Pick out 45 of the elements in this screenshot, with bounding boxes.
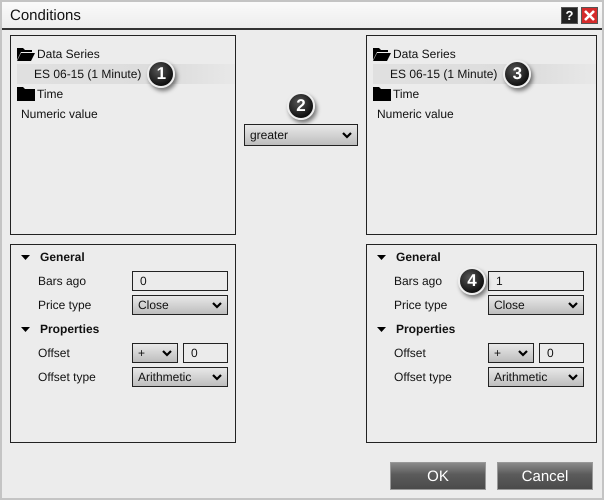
property-label: Offset type: [38, 370, 96, 384]
property-label: Price type: [394, 298, 448, 312]
help-button[interactable]: ?: [561, 6, 578, 24]
chevron-icon: [212, 302, 222, 308]
group-label: Properties: [40, 322, 100, 336]
dropdown[interactable]: Arithmetic: [488, 367, 584, 387]
cancel-button[interactable]: Cancel: [497, 462, 593, 490]
property-label: Bars ago: [38, 274, 86, 288]
property-label: Offset: [38, 346, 70, 360]
text-field[interactable]: 0: [539, 343, 584, 363]
dropdown[interactable]: Close: [132, 295, 228, 315]
ok-button[interactable]: OK: [390, 462, 486, 490]
operator-dropdown[interactable]: greater: [244, 124, 358, 146]
callout-badge: 1: [147, 60, 176, 88]
group-label: Properties: [396, 322, 456, 336]
chevron-icon: [212, 374, 222, 380]
chevron-icon: [518, 350, 528, 356]
close-button[interactable]: [581, 6, 598, 24]
chevron-icon: [568, 374, 578, 380]
property-label: Price type: [38, 298, 92, 312]
dropdown[interactable]: +: [132, 343, 178, 363]
window-title: Conditions: [10, 6, 82, 24]
chevron-icon: [568, 302, 578, 308]
text-field[interactable]: 0: [132, 271, 228, 291]
dropdown[interactable]: Arithmetic: [132, 367, 228, 387]
callout-badge: 4: [458, 267, 486, 295]
dropdown[interactable]: Close: [488, 295, 584, 315]
chevron-icon: [162, 350, 172, 356]
callout-badge: 3: [503, 60, 532, 88]
dropdown[interactable]: +: [488, 343, 534, 363]
chevron-icon: [342, 132, 352, 138]
tree-item[interactable]: Numeric value: [373, 104, 596, 124]
callout-badge: 2: [287, 92, 315, 120]
text-field[interactable]: 1: [488, 271, 584, 291]
group-label: General: [396, 250, 441, 264]
group-label: General: [40, 250, 85, 264]
property-label: Offset: [394, 346, 426, 360]
expanded-arrow-icon[interactable]: [377, 324, 386, 334]
tree-item[interactable]: Numeric value: [17, 104, 235, 124]
expanded-arrow-icon[interactable]: [21, 252, 30, 262]
property-label: Bars ago: [394, 274, 442, 288]
text-field[interactable]: 0: [183, 343, 228, 363]
property-label: Offset type: [394, 370, 452, 384]
expanded-arrow-icon[interactable]: [21, 324, 30, 334]
expanded-arrow-icon[interactable]: [377, 252, 386, 262]
